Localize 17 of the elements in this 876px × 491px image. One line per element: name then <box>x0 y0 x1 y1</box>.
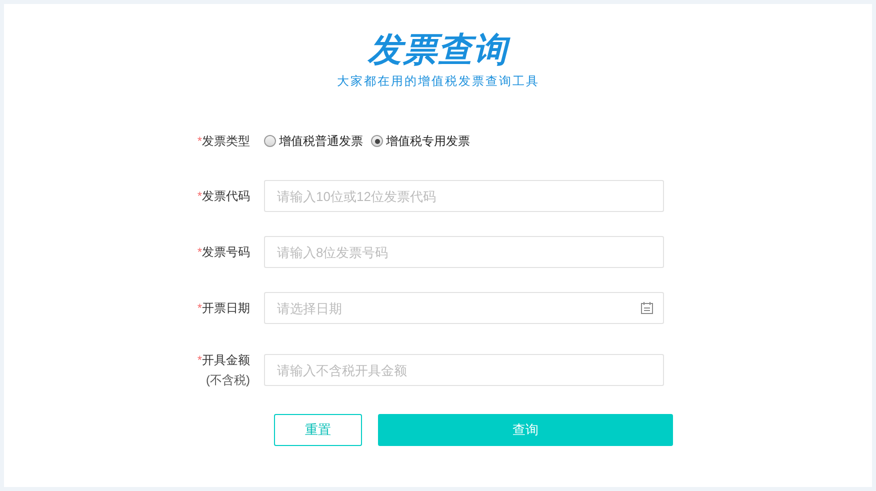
subtitle: 大家都在用的增值税发票查询工具 <box>336 73 540 90</box>
radio-button[interactable] <box>264 135 276 147</box>
field-label: *发票代码 <box>197 188 250 205</box>
input-field[interactable]: 请输入10位或12位发票代码 <box>264 180 664 212</box>
field-label: *开票日期 <box>197 300 250 317</box>
field-label: *发票号码 <box>197 244 250 261</box>
logo-title: 发票查询 <box>368 30 508 70</box>
radio-option[interactable]: 增值税专用发票 <box>371 132 470 150</box>
field-label: *发票类型 <box>197 133 250 150</box>
input-field[interactable]: 请输入8位发票号码 <box>264 236 664 268</box>
input-field[interactable]: 请输入不含税开具金额 <box>264 354 664 386</box>
radio-button[interactable] <box>371 135 383 147</box>
date-field[interactable]: 请选择日期 <box>264 292 664 324</box>
field-label: *开具金额 <box>197 352 250 369</box>
field-sublabel: (不含税) <box>206 372 250 389</box>
radio-option[interactable]: 增值税普通发票 <box>264 132 363 150</box>
calendar-icon <box>640 301 654 315</box>
